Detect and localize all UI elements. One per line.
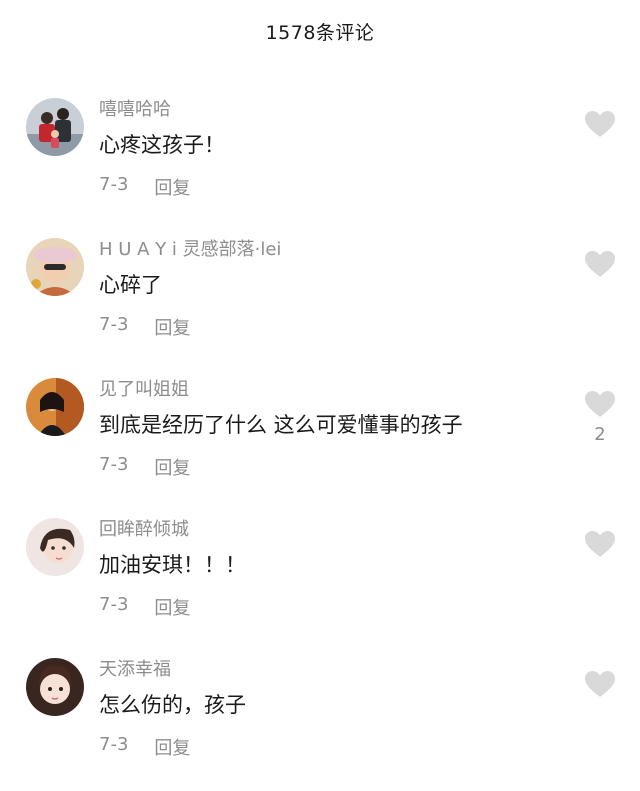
reply-button[interactable]: 回复 xyxy=(154,594,190,620)
comment-item: 回眸醉倾城 加油安琪！！！ 7-3 回复 xyxy=(0,510,640,650)
comment-date: 7-3 xyxy=(99,174,129,195)
comment-date: 7-3 xyxy=(99,314,129,335)
comment-list[interactable]: 嘻嘻哈哈 心疼这孩子！ 7-3 回复 H U A Y i 灵感部落·lei 心碎… xyxy=(0,90,640,790)
avatar[interactable] xyxy=(26,98,84,156)
heart-icon xyxy=(585,671,615,697)
comment-meta: 7-3 回复 xyxy=(99,174,190,200)
comment-meta: 7-3 回复 xyxy=(99,314,190,340)
comment-username[interactable]: 嘻嘻哈哈 xyxy=(99,95,171,121)
like-button[interactable]: 2 xyxy=(584,390,616,445)
comment-meta: 7-3 回复 xyxy=(99,594,190,620)
heart-icon xyxy=(585,251,615,277)
like-count: 2 xyxy=(594,424,606,445)
comment-username[interactable]: 回眸醉倾城 xyxy=(99,515,189,541)
like-button[interactable] xyxy=(584,250,616,284)
avatar[interactable] xyxy=(26,658,84,716)
like-button[interactable] xyxy=(584,670,616,704)
heart-icon xyxy=(585,531,615,557)
comment-text: 怎么伤的，孩子 xyxy=(99,693,246,717)
reply-button[interactable]: 回复 xyxy=(154,174,190,200)
comment-username[interactable]: H U A Y i 灵感部落·lei xyxy=(99,235,281,261)
avatar[interactable] xyxy=(26,238,84,296)
comment-item: 嘻嘻哈哈 心疼这孩子！ 7-3 回复 xyxy=(0,90,640,230)
comment-username[interactable]: 见了叫姐姐 xyxy=(99,375,189,401)
comment-meta: 7-3 回复 xyxy=(99,734,190,760)
comment-item: H U A Y i 灵感部落·lei 心碎了 7-3 回复 xyxy=(0,230,640,370)
comment-text: 加油安琪！！！ xyxy=(99,553,246,577)
comment-date: 7-3 xyxy=(99,594,129,615)
like-button[interactable] xyxy=(584,530,616,564)
reply-button[interactable]: 回复 xyxy=(154,734,190,760)
comment-count-title: 1578条评论 xyxy=(265,21,375,44)
comment-item: 天添幸福 怎么伤的，孩子 7-3 回复 xyxy=(0,650,640,790)
heart-icon xyxy=(585,391,615,417)
comments-header: 1578条评论 xyxy=(0,0,640,62)
comment-meta: 7-3 回复 xyxy=(99,454,190,480)
comment-text: 心碎了 xyxy=(99,273,162,297)
comment-date: 7-3 xyxy=(99,734,129,755)
reply-button[interactable]: 回复 xyxy=(154,454,190,480)
avatar[interactable] xyxy=(26,378,84,436)
like-button[interactable] xyxy=(584,110,616,144)
comment-text: 心疼这孩子！ xyxy=(99,133,225,157)
comment-date: 7-3 xyxy=(99,454,129,475)
avatar[interactable] xyxy=(26,518,84,576)
comment-text: 到底是经历了什么 这么可爱懂事的孩子 xyxy=(99,413,463,437)
reply-button[interactable]: 回复 xyxy=(154,314,190,340)
heart-icon xyxy=(585,111,615,137)
comment-item: 见了叫姐姐 到底是经历了什么 这么可爱懂事的孩子 7-3 回复 2 xyxy=(0,370,640,510)
comment-username[interactable]: 天添幸福 xyxy=(99,655,171,681)
